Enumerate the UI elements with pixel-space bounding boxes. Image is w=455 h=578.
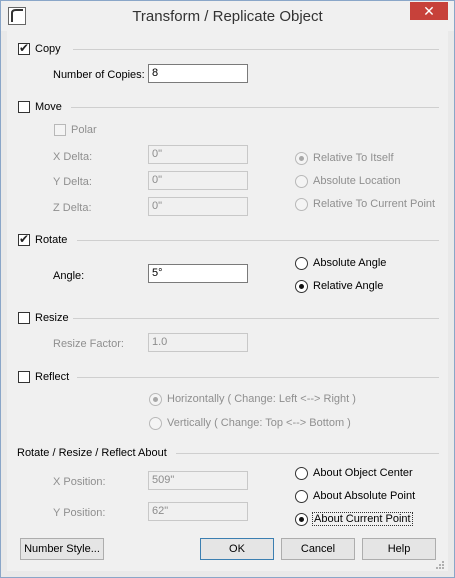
- copies-input[interactable]: 8: [148, 64, 248, 83]
- window-title: Transform / Replicate Object: [132, 8, 323, 25]
- reflect-label: Reflect: [35, 371, 70, 383]
- resize-factor-label: Resize Factor:: [53, 338, 124, 350]
- about-current-point-label: About Current Point: [312, 512, 413, 526]
- x-position-input[interactable]: 509": [148, 471, 248, 490]
- cancel-button[interactable]: Cancel: [281, 538, 355, 560]
- ok-button[interactable]: OK: [200, 538, 274, 560]
- y-delta-label: Y Delta:: [53, 176, 92, 188]
- move-divider: [71, 107, 439, 108]
- rotate-label: Rotate: [35, 234, 68, 246]
- about-absolute-point-radio[interactable]: [295, 490, 308, 503]
- title-bar: Transform / Replicate Object ✕: [1, 1, 454, 31]
- y-position-label: Y Position:: [53, 507, 106, 519]
- x-delta-label: X Delta:: [53, 151, 93, 163]
- resize-label: Resize: [35, 312, 69, 324]
- close-button[interactable]: ✕: [410, 2, 448, 20]
- relative-angle-label: Relative Angle: [313, 280, 384, 292]
- reflect-checkbox[interactable]: [18, 371, 30, 383]
- about-divider: [176, 453, 439, 454]
- angle-label: Angle:: [53, 270, 85, 282]
- reflect-horizontal-label: Horizontally ( Change: Left <--> Right ): [167, 393, 356, 405]
- about-heading: Rotate / Resize / Reflect About: [17, 447, 167, 459]
- move-absolute-location-radio[interactable]: [295, 175, 308, 188]
- about-object-center-radio[interactable]: [295, 467, 308, 480]
- y-position-input[interactable]: 62": [148, 502, 248, 521]
- polar-label: Polar: [71, 124, 97, 136]
- z-delta-input[interactable]: 0": [148, 197, 248, 216]
- move-relative-current-radio[interactable]: [295, 198, 308, 211]
- resize-checkbox[interactable]: [18, 312, 30, 324]
- move-relative-itself-label: Relative To Itself: [313, 152, 394, 164]
- about-object-center-label: About Object Center: [313, 467, 413, 479]
- rotate-divider: [77, 240, 439, 241]
- z-delta-label: Z Delta:: [53, 202, 92, 214]
- about-absolute-point-label: About Absolute Point: [313, 490, 416, 502]
- resize-divider: [73, 318, 439, 319]
- move-relative-current-label: Relative To Current Point: [313, 198, 436, 210]
- copy-checkbox[interactable]: [18, 41, 30, 55]
- angle-input[interactable]: 5°: [148, 264, 248, 283]
- move-checkbox[interactable]: [18, 101, 30, 113]
- polar-checkbox[interactable]: [54, 124, 66, 136]
- copies-label: Number of Copies:: [53, 69, 145, 81]
- move-relative-itself-radio[interactable]: [295, 152, 308, 165]
- dialog-content: Copy Number of Copies: 8 Move Polar X De…: [7, 31, 448, 571]
- number-style-button[interactable]: Number Style...: [20, 538, 104, 560]
- move-absolute-location-label: Absolute Location: [313, 175, 401, 187]
- absolute-angle-label: Absolute Angle: [313, 257, 387, 269]
- move-label: Move: [35, 101, 62, 113]
- copy-label: Copy: [35, 43, 61, 55]
- x-delta-input[interactable]: 0": [148, 145, 248, 164]
- help-button[interactable]: Help: [362, 538, 436, 560]
- y-delta-input[interactable]: 0": [148, 171, 248, 190]
- reflect-horizontal-radio[interactable]: [149, 393, 162, 406]
- x-position-label: X Position:: [53, 476, 106, 488]
- reflect-divider: [77, 377, 439, 378]
- reflect-vertical-radio[interactable]: [149, 417, 162, 430]
- reflect-vertical-label: Vertically ( Change: Top <--> Bottom ): [167, 417, 351, 429]
- about-current-point-radio[interactable]: [295, 513, 308, 526]
- absolute-angle-radio[interactable]: [295, 257, 308, 270]
- copy-divider: [73, 49, 439, 50]
- rotate-checkbox[interactable]: [18, 232, 30, 246]
- relative-angle-radio[interactable]: [295, 280, 308, 293]
- resize-grip-icon[interactable]: [435, 560, 445, 570]
- dialog-window: Transform / Replicate Object ✕ Copy Numb…: [0, 0, 455, 578]
- resize-factor-input[interactable]: 1.0: [148, 333, 248, 352]
